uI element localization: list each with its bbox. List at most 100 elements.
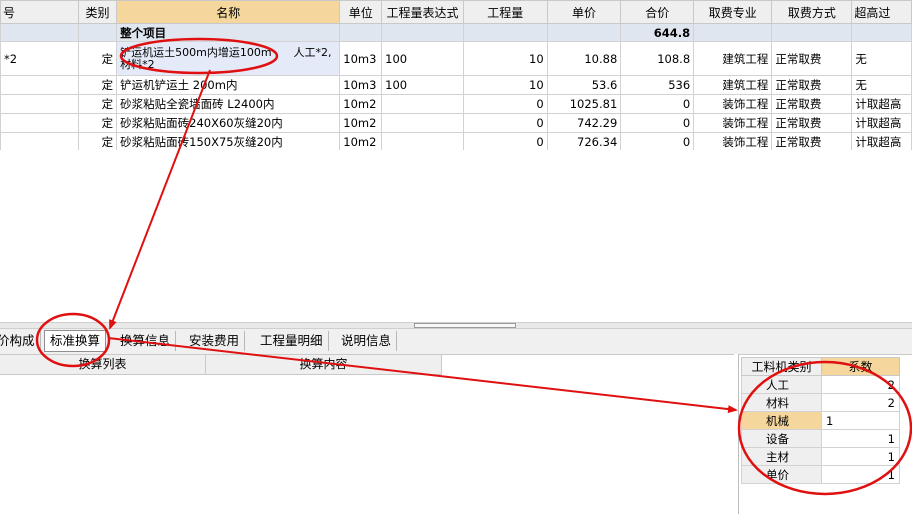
conversion-list-panel: 换算列表 换算内容: [0, 354, 734, 514]
cell-fee-method[interactable]: 正常取费: [771, 75, 853, 95]
tab-price-composition[interactable]: 价构成: [0, 331, 41, 351]
cell-price[interactable]: 53.6: [546, 75, 622, 95]
cell-type[interactable]: 定: [77, 94, 118, 114]
col-header-conversion-content[interactable]: 换算内容: [206, 355, 442, 375]
cell-type[interactable]: 定: [77, 41, 118, 76]
col-header-conversion-list[interactable]: 换算列表: [0, 355, 206, 375]
cell-qty[interactable]: 0: [462, 113, 548, 133]
summary-row[interactable]: 整个项目 644.8: [0, 23, 912, 42]
cell-over-height[interactable]: 计取超高: [851, 94, 912, 114]
cell-expr[interactable]: [381, 94, 464, 114]
coef-row-labor[interactable]: 人工 2: [741, 375, 900, 394]
cell-unit[interactable]: 10m2: [339, 94, 383, 114]
cell-fee-major[interactable]: 装饰工程: [693, 113, 773, 133]
cell-total[interactable]: 0: [620, 94, 695, 114]
cell-price[interactable]: 1025.81: [546, 94, 622, 114]
tab-description[interactable]: 说明信息: [336, 331, 398, 351]
coef-row-material[interactable]: 材料 2: [741, 393, 900, 412]
table-row[interactable]: *2 定 铲运机运土500m内增运100m 人工*2,材料*2 10m3 100…: [0, 41, 912, 76]
cell-fee-major[interactable]: 装饰工程: [693, 132, 773, 150]
cell-expr[interactable]: [381, 132, 464, 150]
col-header-coefficient[interactable]: 系数: [821, 357, 900, 376]
col-header-price[interactable]: 单价: [546, 0, 622, 24]
col-header-type[interactable]: 类别: [77, 0, 118, 24]
coef-row-equipment[interactable]: 设备 1: [741, 429, 900, 448]
cell-name[interactable]: 铲运机铲运土 200m内: [116, 75, 341, 95]
cell-fee-method[interactable]: 正常取费: [771, 94, 853, 114]
cell-price[interactable]: 726.34: [546, 132, 622, 150]
cell-total[interactable]: 108.8: [620, 41, 695, 76]
col-header-code[interactable]: 号: [0, 0, 79, 24]
col-header-name[interactable]: 名称: [116, 0, 341, 24]
col-header-fee-major[interactable]: 取费专业: [693, 0, 773, 24]
coef-row-unit-price[interactable]: 单价 1: [741, 465, 900, 484]
col-header-over-height[interactable]: 超高过: [851, 0, 912, 24]
cell-total[interactable]: 0: [620, 113, 695, 133]
cell-total[interactable]: 0: [620, 132, 695, 150]
col-header-total[interactable]: 合价: [620, 0, 695, 24]
cell-name[interactable]: 砂浆粘贴全瓷墙面砖 L2400内: [116, 94, 341, 114]
coef-value[interactable]: 1: [821, 447, 900, 466]
tab-install-fees[interactable]: 安装费用: [184, 331, 246, 351]
summary-name: 整个项目: [116, 23, 341, 42]
cell-qty[interactable]: 10: [462, 41, 548, 76]
panel-splitter[interactable]: [0, 322, 912, 329]
cell-over-height[interactable]: 无: [851, 75, 912, 95]
cell-qty[interactable]: 0: [462, 94, 548, 114]
cell-qty[interactable]: 10: [462, 75, 548, 95]
cell-expr[interactable]: 100: [381, 75, 464, 95]
cell-fee-method[interactable]: 正常取费: [771, 132, 853, 150]
cell-unit[interactable]: 10m3: [339, 75, 383, 95]
table-row[interactable]: 定 铲运机铲运土 200m内 10m3 100 10 53.6 536 建筑工程…: [0, 75, 912, 95]
col-header-fee-method[interactable]: 取费方式: [771, 0, 853, 24]
cell-type[interactable]: 定: [77, 113, 118, 133]
cell-fee-major[interactable]: 建筑工程: [693, 41, 773, 76]
cell-name[interactable]: 砂浆粘贴面砖240X60灰缝20内: [116, 113, 341, 133]
cell-qty[interactable]: 0: [462, 132, 548, 150]
cell-fee-major[interactable]: 建筑工程: [693, 75, 773, 95]
cell-expr[interactable]: 100: [381, 41, 464, 76]
splitter-grip[interactable]: [414, 323, 516, 328]
cell-code[interactable]: *2: [0, 41, 79, 76]
cell-type[interactable]: 定: [77, 75, 118, 95]
cell-expr[interactable]: [381, 113, 464, 133]
cell-fee-method[interactable]: 正常取费: [771, 41, 853, 76]
col-header-qty[interactable]: 工程量: [462, 0, 548, 24]
tab-quantity-detail[interactable]: 工程量明细: [255, 331, 329, 351]
coef-value[interactable]: 2: [821, 375, 900, 394]
summary-total: 644.8: [620, 23, 695, 42]
cell-fee-major[interactable]: 装饰工程: [693, 94, 773, 114]
cell-type[interactable]: 定: [77, 132, 118, 150]
cell-fee-method[interactable]: 正常取费: [771, 113, 853, 133]
cell-price[interactable]: 10.88: [546, 41, 622, 76]
detail-tab-bar: 价构成 标准换算 换算信息 安装费用 工程量明细 说明信息: [0, 329, 912, 354]
coef-value[interactable]: 2: [821, 393, 900, 412]
cell-over-height[interactable]: 无: [851, 41, 912, 76]
cell-code[interactable]: [0, 75, 79, 95]
cell-code[interactable]: [0, 132, 79, 150]
tab-conversion-info[interactable]: 换算信息: [115, 331, 177, 351]
cell-over-height[interactable]: 计取超高: [851, 113, 912, 133]
table-row[interactable]: 定 砂浆粘贴面砖150X75灰缝20内 10m2 0 726.34 0 装饰工程…: [0, 132, 912, 150]
cell-over-height[interactable]: 计取超高: [851, 132, 912, 150]
col-header-unit[interactable]: 单位: [339, 0, 383, 24]
coef-value-editing[interactable]: 1: [821, 411, 900, 430]
tab-standard-conversion[interactable]: 标准换算: [44, 330, 107, 352]
col-header-expr[interactable]: 工程量表达式: [381, 0, 464, 24]
coef-value[interactable]: 1: [821, 429, 900, 448]
cell-total[interactable]: 536: [620, 75, 695, 95]
cell-name[interactable]: 铲运机运土500m内增运100m 人工*2,材料*2: [116, 41, 341, 76]
cell-unit[interactable]: 10m2: [339, 132, 383, 150]
coef-row-machinery[interactable]: 机械 1: [741, 411, 900, 430]
col-header-resource-category[interactable]: 工料机类别: [741, 357, 822, 376]
table-row[interactable]: 定 砂浆粘贴全瓷墙面砖 L2400内 10m2 0 1025.81 0 装饰工程…: [0, 94, 912, 114]
cell-unit[interactable]: 10m2: [339, 113, 383, 133]
table-row[interactable]: 定 砂浆粘贴面砖240X60灰缝20内 10m2 0 742.29 0 装饰工程…: [0, 113, 912, 133]
cell-code[interactable]: [0, 94, 79, 114]
coef-row-main-material[interactable]: 主材 1: [741, 447, 900, 466]
cell-name[interactable]: 砂浆粘贴面砖150X75灰缝20内: [116, 132, 341, 150]
cell-unit[interactable]: 10m3: [339, 41, 383, 76]
coef-value[interactable]: 1: [821, 465, 900, 484]
cell-code[interactable]: [0, 113, 79, 133]
cell-price[interactable]: 742.29: [546, 113, 622, 133]
